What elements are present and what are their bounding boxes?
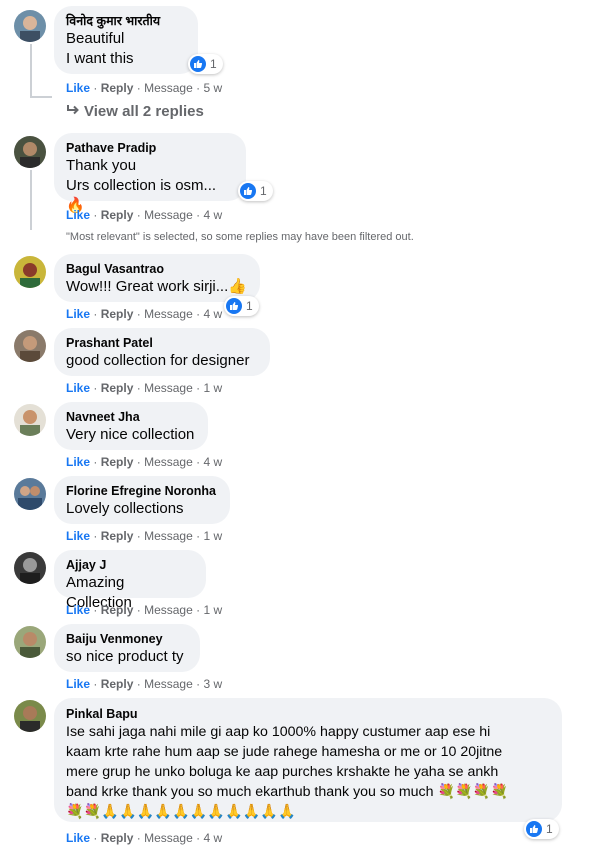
avatar[interactable]	[14, 136, 46, 168]
comment-bubble: Pathave Pradip Thank you Urs collection …	[54, 133, 246, 214]
timestamp[interactable]: 1 w	[203, 529, 222, 543]
comment-bubble: Bagul Vasantrao Wow!!! Great work sirji.…	[54, 254, 260, 302]
author-name[interactable]: Florine Efregine Noronha	[66, 483, 218, 499]
avatar[interactable]	[14, 10, 46, 42]
comment-actions: Like · Reply · Message · 3 w	[66, 677, 223, 691]
like-icon	[526, 821, 542, 837]
like-button[interactable]: Like	[66, 677, 90, 691]
comment-text: good collection for designer	[66, 352, 250, 369]
timestamp[interactable]: 4 w	[203, 208, 222, 222]
filter-note: "Most relevant" is selected, so some rep…	[66, 231, 414, 243]
like-button[interactable]: Like	[66, 455, 90, 469]
comment-actions: Like · Reply · Message · 1 w	[66, 529, 223, 543]
comment-text: Ise sahi jaga nahi mile gi aap ko 1000% …	[66, 724, 491, 740]
avatar[interactable]	[14, 404, 46, 436]
like-button[interactable]: Like	[66, 81, 90, 95]
comment-text: band krke thank you so much ekarthub tha…	[66, 784, 509, 800]
comment-text: Beautiful	[66, 30, 125, 47]
author-name[interactable]: विनोद कुमार भारतीय	[66, 13, 186, 29]
timestamp[interactable]: 3 w	[203, 677, 222, 691]
reaction-count[interactable]: 1	[238, 181, 273, 201]
reply-button[interactable]: Reply	[101, 831, 134, 845]
comment-text: I want this	[66, 50, 134, 67]
message-button[interactable]: Message	[144, 307, 193, 321]
comment-text: Thank you	[66, 157, 137, 174]
reply-button[interactable]: Reply	[101, 381, 134, 395]
thread-line	[30, 170, 32, 230]
avatar[interactable]	[14, 700, 46, 732]
comment-text: 💐💐🙏🙏🙏🙏🙏🙏🙏🙏🙏🙏🙏	[66, 804, 296, 820]
message-button[interactable]: Message	[144, 381, 193, 395]
avatar[interactable]	[14, 256, 46, 288]
reply-arrow-icon	[66, 102, 84, 122]
like-icon	[226, 298, 242, 314]
view-replies-link[interactable]: View all 2 replies	[66, 102, 204, 122]
reply-button[interactable]: Reply	[101, 307, 134, 321]
timestamp[interactable]: 4 w	[203, 455, 222, 469]
thread-line	[30, 44, 32, 98]
comment-text: Wow!!! Great work sirji...👍	[66, 278, 247, 295]
author-name[interactable]: Baiju Venmoney	[66, 631, 188, 647]
comment-bubble: Florine Efregine Noronha Lovely collecti…	[54, 476, 230, 524]
reply-button[interactable]: Reply	[101, 677, 134, 691]
like-button[interactable]: Like	[66, 307, 90, 321]
author-name[interactable]: Pathave Pradip	[66, 140, 234, 156]
comment-actions: Like · Reply · Message · 5 w	[66, 81, 223, 95]
avatar[interactable]	[14, 552, 46, 584]
message-button[interactable]: Message	[144, 831, 193, 845]
like-button[interactable]: Like	[66, 381, 90, 395]
like-button[interactable]: Like	[66, 529, 90, 543]
comment-actions: Like · Reply · Message · 1 w	[66, 603, 223, 617]
like-button[interactable]: Like	[66, 208, 90, 222]
comment-bubble: Ajjay J Amazing Collection	[54, 550, 206, 611]
like-button[interactable]: Like	[66, 603, 90, 617]
avatar[interactable]	[14, 626, 46, 658]
comment-actions: Like · Reply · Message · 4 w	[66, 208, 223, 222]
reply-button[interactable]: Reply	[101, 455, 134, 469]
comment-bubble: Pinkal Bapu Ise sahi jaga nahi mile gi a…	[54, 698, 562, 822]
timestamp[interactable]: 4 w	[203, 307, 222, 321]
reaction-count[interactable]: 1	[224, 296, 259, 316]
author-name[interactable]: Ajjay J	[66, 557, 194, 573]
comment-text: mere grup he unko boluga ke aap purches …	[66, 764, 499, 780]
comment-actions: Like · Reply · Message · 1 w	[66, 381, 223, 395]
comment-actions: Like · Reply · Message · 4 w	[66, 831, 223, 845]
message-button[interactable]: Message	[144, 455, 193, 469]
like-icon	[190, 56, 206, 72]
like-icon	[240, 183, 256, 199]
thread-line	[30, 96, 52, 98]
comment-text: Very nice collection	[66, 426, 195, 443]
like-button[interactable]: Like	[66, 831, 90, 845]
reaction-count[interactable]: 1	[524, 819, 559, 839]
reply-button[interactable]: Reply	[101, 603, 134, 617]
author-name[interactable]: Navneet Jha	[66, 409, 196, 425]
avatar[interactable]	[14, 330, 46, 362]
reaction-count[interactable]: 1	[188, 54, 223, 74]
timestamp[interactable]: 1 w	[203, 603, 222, 617]
timestamp[interactable]: 4 w	[203, 831, 222, 845]
message-button[interactable]: Message	[144, 677, 193, 691]
comment-bubble: Navneet Jha Very nice collection	[54, 402, 208, 450]
comment-actions: Like · Reply · Message · 4 w	[66, 455, 223, 469]
timestamp[interactable]: 5 w	[203, 81, 222, 95]
reply-button[interactable]: Reply	[101, 81, 134, 95]
comment-text: so nice product ty	[66, 648, 184, 665]
comment-bubble: Prashant Patel good collection for desig…	[54, 328, 270, 376]
author-name[interactable]: Prashant Patel	[66, 335, 258, 351]
reply-button[interactable]: Reply	[101, 208, 134, 222]
author-name[interactable]: Pinkal Bapu	[66, 706, 550, 722]
comment-actions: Like · Reply · Message · 4 w	[66, 307, 223, 321]
avatar[interactable]	[14, 478, 46, 510]
message-button[interactable]: Message	[144, 603, 193, 617]
comment-text: Lovely collections	[66, 500, 184, 517]
message-button[interactable]: Message	[144, 529, 193, 543]
comment-bubble: विनोद कुमार भारतीय Beautiful I want this	[54, 6, 198, 74]
reply-button[interactable]: Reply	[101, 529, 134, 543]
comment-text: kaam krte rahe hum aap se jude rahege ha…	[66, 744, 503, 760]
message-button[interactable]: Message	[144, 208, 193, 222]
comment-bubble: Baiju Venmoney so nice product ty	[54, 624, 200, 672]
author-name[interactable]: Bagul Vasantrao	[66, 261, 248, 277]
message-button[interactable]: Message	[144, 81, 193, 95]
timestamp[interactable]: 1 w	[203, 381, 222, 395]
